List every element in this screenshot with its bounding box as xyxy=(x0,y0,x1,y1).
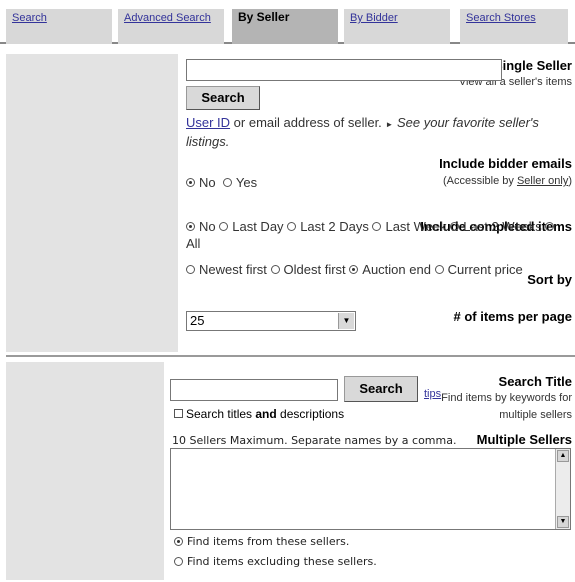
bidder-emails-yes-label: Yes xyxy=(235,175,258,190)
completed-last-2-days-radio[interactable] xyxy=(287,222,297,232)
completed-last-day-label: Last Day xyxy=(232,219,284,234)
bidder-emails-label: Include bidder emails xyxy=(439,156,572,171)
multiple-sellers-hint: 10 Sellers Maximum. Separate names by a … xyxy=(172,434,457,447)
per-page-label-block: # of items per page xyxy=(402,309,572,324)
search-descriptions-pre: Search titles xyxy=(186,407,256,421)
exclude-sellers-radio[interactable] xyxy=(174,556,183,566)
items-per-page-select[interactable]: 25 ▼ xyxy=(186,311,356,331)
title-search-button[interactable]: Search xyxy=(344,376,418,402)
sort-current-price-label: Current price xyxy=(447,262,523,277)
seller-id-input[interactable] xyxy=(186,59,502,81)
sort-newest-radio[interactable] xyxy=(186,265,195,275)
scroll-down-icon[interactable]: ▼ xyxy=(557,516,569,528)
sort-current-price-radio[interactable] xyxy=(434,265,444,275)
arrow-right-icon: ► xyxy=(385,120,394,129)
search-descriptions-option: Search titles and descriptions xyxy=(174,407,344,421)
seller-help-desc: or email address of seller. xyxy=(230,115,386,130)
include-sellers-label: Find items from these sellers. xyxy=(187,535,350,548)
exclude-sellers-label: Find items excluding these sellers. xyxy=(187,555,377,568)
bidder-emails-yes-radio[interactable] xyxy=(222,178,232,188)
label-column xyxy=(6,54,178,352)
bidder-emails-sub-prefix: (Accessible by xyxy=(442,175,517,187)
search-tabs: Search Advanced Search By Seller By Bidd… xyxy=(0,0,575,44)
tab-by-bidder-link[interactable]: By Bidder xyxy=(350,12,398,24)
completed-last-2-weeks-radio[interactable] xyxy=(450,222,460,232)
textarea-scrollbar[interactable]: ▲ ▼ xyxy=(555,449,570,529)
multi-seller-search-form: Search Title Find items by keywords for … xyxy=(6,362,572,580)
tab-search-link[interactable]: Search xyxy=(12,12,47,24)
exclude-sellers-option: Find items excluding these sellers. xyxy=(174,555,377,568)
sort-oldest-label: Oldest first xyxy=(283,262,346,277)
sort-auction-end-radio[interactable] xyxy=(349,265,359,275)
seller-only-link[interactable]: Seller only xyxy=(517,175,568,187)
seller-search-form: Single Seller View all a seller's items … xyxy=(6,54,572,354)
search-descriptions-checkbox[interactable] xyxy=(174,409,183,419)
tab-by-bidder[interactable]: By Bidder xyxy=(344,9,450,44)
tips-link[interactable]: tips xyxy=(424,388,441,400)
tab-search-stores[interactable]: Search Stores xyxy=(460,9,568,44)
bidder-emails-label-block: Include bidder emails (Accessible by Sel… xyxy=(402,156,572,189)
seller-help-text: User ID or email address of seller. ► Se… xyxy=(186,114,556,150)
search-descriptions-and: and xyxy=(255,407,277,421)
completed-items-options: No Last Day Last 2 Days Last Week Last 2… xyxy=(186,218,571,252)
label-column-2 xyxy=(6,362,164,580)
scroll-up-icon[interactable]: ▲ xyxy=(557,450,569,462)
include-sellers-radio[interactable] xyxy=(174,536,183,546)
sort-by-options: Newest first Oldest first Auction end Cu… xyxy=(186,261,566,278)
completed-last-week-radio[interactable] xyxy=(372,222,382,232)
include-sellers-option: Find items from these sellers. xyxy=(174,535,349,548)
chevron-down-icon[interactable]: ▼ xyxy=(338,313,354,329)
multiple-sellers-label: Multiple Sellers xyxy=(476,432,572,447)
completed-all-label: All xyxy=(186,236,201,251)
multiple-sellers-textarea[interactable]: ▲ ▼ xyxy=(170,448,571,530)
items-per-page-value: 25 xyxy=(190,313,205,328)
search-descriptions-post: descriptions xyxy=(276,407,345,421)
search-title-label: Search Title xyxy=(498,374,572,389)
completed-last-2-weeks-label: Last 2 Weeks xyxy=(463,219,542,234)
user-id-link[interactable]: User ID xyxy=(186,115,230,130)
bidder-emails-no-radio[interactable] xyxy=(186,178,195,188)
completed-no-label: No xyxy=(199,219,216,234)
title-keywords-input[interactable] xyxy=(170,379,338,401)
sort-oldest-radio[interactable] xyxy=(270,265,280,275)
sort-newest-label: Newest first xyxy=(199,262,267,277)
bidder-emails-options: No Yes xyxy=(186,175,257,190)
single-seller-label: Single Seller xyxy=(493,58,572,73)
completed-last-2-days-label: Last 2 Days xyxy=(300,219,369,234)
completed-no-radio[interactable] xyxy=(186,222,195,232)
tab-search[interactable]: Search xyxy=(6,9,112,44)
section-divider xyxy=(6,355,575,357)
sort-auction-end-label: Auction end xyxy=(362,262,431,277)
seller-search-button[interactable]: Search xyxy=(186,86,260,110)
completed-last-week-label: Last Week xyxy=(385,219,447,234)
completed-last-day-radio[interactable] xyxy=(219,222,229,232)
per-page-label: # of items per page xyxy=(453,309,572,324)
tab-advanced-search-link[interactable]: Advanced Search xyxy=(124,12,211,24)
bidder-emails-sub-suffix: ) xyxy=(568,175,572,187)
tab-search-stores-link[interactable]: Search Stores xyxy=(466,12,536,24)
bidder-emails-no-label: No xyxy=(199,175,216,190)
tab-advanced-search[interactable]: Advanced Search xyxy=(118,9,224,44)
search-title-sub: Find items by keywords for multiple sell… xyxy=(441,392,572,421)
tab-by-seller-label: By Seller xyxy=(238,10,290,24)
tab-by-seller[interactable]: By Seller xyxy=(232,9,338,44)
completed-all-radio[interactable] xyxy=(545,222,555,232)
